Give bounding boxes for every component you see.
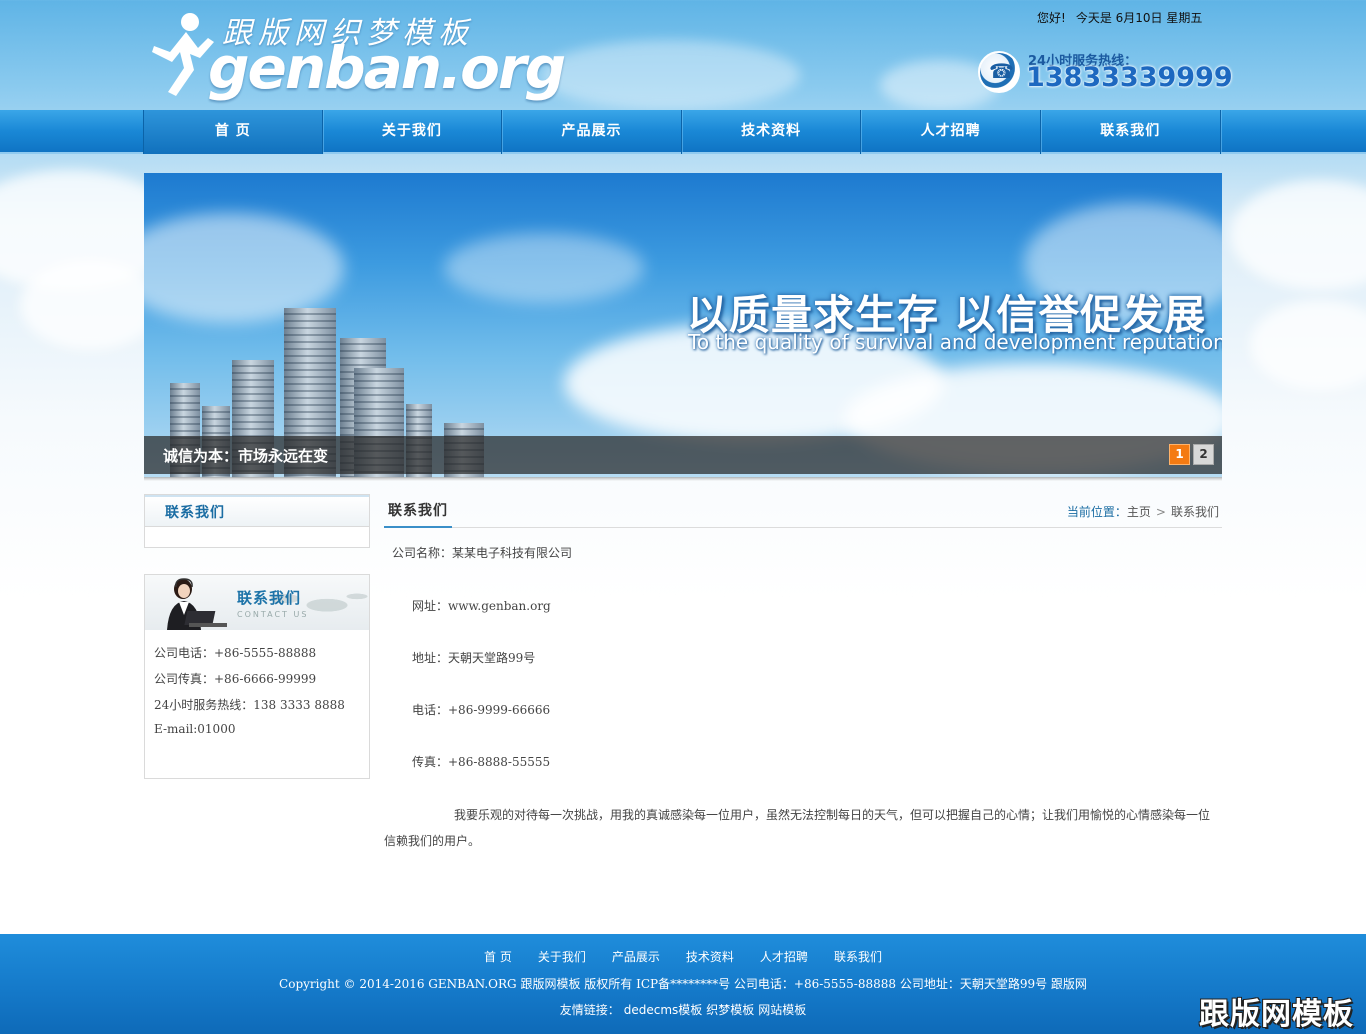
nav-item-contact[interactable]: 联系我们 (1041, 110, 1221, 154)
nav-item-tech[interactable]: 技术资料 (682, 110, 862, 154)
background-cloud (1230, 180, 1366, 290)
contact-box-title: 联系我们 (237, 589, 302, 607)
logo-domain: genban.org (208, 34, 566, 102)
breadcrumb-home[interactable]: 主页 (1127, 505, 1151, 519)
breadcrumb-current[interactable]: 联系我们 (1171, 505, 1219, 519)
detail-phone: 电话：+86-9999-66666 (412, 703, 551, 717)
phone-icon (978, 51, 1020, 93)
breadcrumb: 当前位置：主页 > 联系我们 (1067, 503, 1219, 520)
nav-item-products[interactable]: 产品展示 (502, 110, 682, 154)
nav-items: 首 页 关于我们 产品展示 技术资料 人才招聘 联系我们 (143, 110, 1221, 154)
page-title: 联系我们 (384, 500, 452, 528)
friend-links: 友情链接： dedecms模板 织梦模板 网站模板 (0, 1001, 1366, 1018)
friend-link[interactable]: 织梦模板 (706, 1003, 754, 1017)
nav-item-about[interactable]: 关于我们 (323, 110, 503, 154)
banner-subtitle: To the quality of survival and developme… (688, 330, 1222, 354)
footer-copyright: Copyright © 2014-2016 GENBAN.ORG 跟版网模板 版… (279, 977, 1087, 991)
main-content: 联系我们 当前位置：主页 > 联系我们 公司名称：某某电子科技有限公司 网址：www… (384, 494, 1222, 848)
footer-link-jobs[interactable]: 人才招聘 (760, 950, 808, 964)
content-header: 联系我们 当前位置：主页 > 联系我们 (384, 494, 1222, 528)
detail-address: 地址：天朝天堂路99号 (412, 651, 536, 665)
background-cloud (20, 260, 160, 350)
banner-cloud (144, 213, 344, 323)
main-nav: 首 页 关于我们 产品展示 技术资料 人才招聘 联系我们 (0, 110, 1366, 154)
footer-link-products[interactable]: 产品展示 (612, 950, 660, 964)
detail-website: 网址：www.genban.org (412, 599, 551, 613)
breadcrumb-label: 当前位置： (1066, 505, 1127, 519)
sidebar-contact-box: 联系我们 CONTACT US 公司电话：+86-5555-88888 公司传真… (144, 574, 370, 779)
contact-hotline: 24小时服务热线：138 3333 8888 (154, 698, 345, 712)
watermark-logo: 跟版网模板 (1199, 997, 1354, 1032)
operator-icon (167, 578, 227, 630)
intro-paragraph: 我要乐观的对待每一次挑战，用我的真诚感染每一位用户，虽然无法控制每日的天气，但可… (384, 808, 1211, 848)
banner-slideshow[interactable]: 以质量求生存 以信誉促发展 To the quality of survival… (144, 173, 1222, 478)
background-cloud (1250, 300, 1366, 390)
contact-phone: 公司电话：+86-5555-88888 (154, 646, 317, 660)
footer-link-tech[interactable]: 技术资料 (686, 950, 734, 964)
nav-item-jobs[interactable]: 人才招聘 (861, 110, 1041, 154)
contact-info-list: 公司电话：+86-5555-88888 公司传真：+86-6666-99999 … (145, 630, 369, 748)
friend-links-label: 友情链接： (559, 1003, 620, 1017)
friend-link[interactable]: dedecms模板 (624, 1003, 703, 1017)
footer-link-contact[interactable]: 联系我们 (834, 950, 882, 964)
footer-nav: 首 页 关于我们 产品展示 技术资料 人才招聘 联系我们 (0, 948, 1366, 965)
site-footer: 首 页 关于我们 产品展示 技术资料 人才招聘 联系我们 Copyright © 2014… (0, 934, 1366, 1034)
contact-box-subtitle: CONTACT US (237, 610, 309, 619)
breadcrumb-separator: > (1155, 505, 1166, 519)
footer-link-home[interactable]: 首 页 (484, 950, 512, 964)
contact-email: E-mail:01000 (154, 722, 236, 736)
banner-pager: 1 2 (1169, 444, 1214, 465)
banner-caption[interactable]: 诚信为本：市场永远在变 (163, 445, 328, 466)
greeting-text: 您好! (1037, 11, 1066, 25)
banner-cloud (444, 233, 644, 303)
hotline-number: 13833339999 (1026, 62, 1233, 93)
nav-item-home[interactable]: 首 页 (143, 110, 323, 154)
sidebar-category-box: 联系我们 (144, 494, 370, 548)
contact-header-image: 联系我们 CONTACT US (145, 575, 369, 630)
site-logo[interactable]: 跟版网织梦模板 genban.org (150, 6, 566, 102)
detail-fax: 传真：+86-8888-55555 (412, 755, 551, 769)
banner-page-2[interactable]: 2 (1193, 444, 1214, 465)
site-header: 跟版网织梦模板 genban.org 您好! 今天是 6月10日 星期五 24小时… (0, 0, 1366, 110)
contact-fax: 公司传真：+86-6666-99999 (154, 672, 317, 686)
date-text: 今天是 6月10日 星期五 (1075, 11, 1203, 25)
banner-page-1[interactable]: 1 (1169, 444, 1190, 465)
banner-shadow (144, 477, 1222, 481)
friend-link[interactable]: 网站模板 (758, 1003, 806, 1017)
greeting-bar: 您好! 今天是 6月10日 星期五 (1037, 9, 1212, 26)
footer-link-about[interactable]: 关于我们 (538, 950, 586, 964)
hotline-box: 24小时服务热线： 13833339999 (978, 48, 1233, 98)
banner-caption-bar: 诚信为本：市场永远在变 1 2 (144, 436, 1222, 474)
detail-company: 公司名称：某某电子科技有限公司 (392, 546, 573, 560)
sidebar-title: 联系我们 (145, 495, 369, 527)
